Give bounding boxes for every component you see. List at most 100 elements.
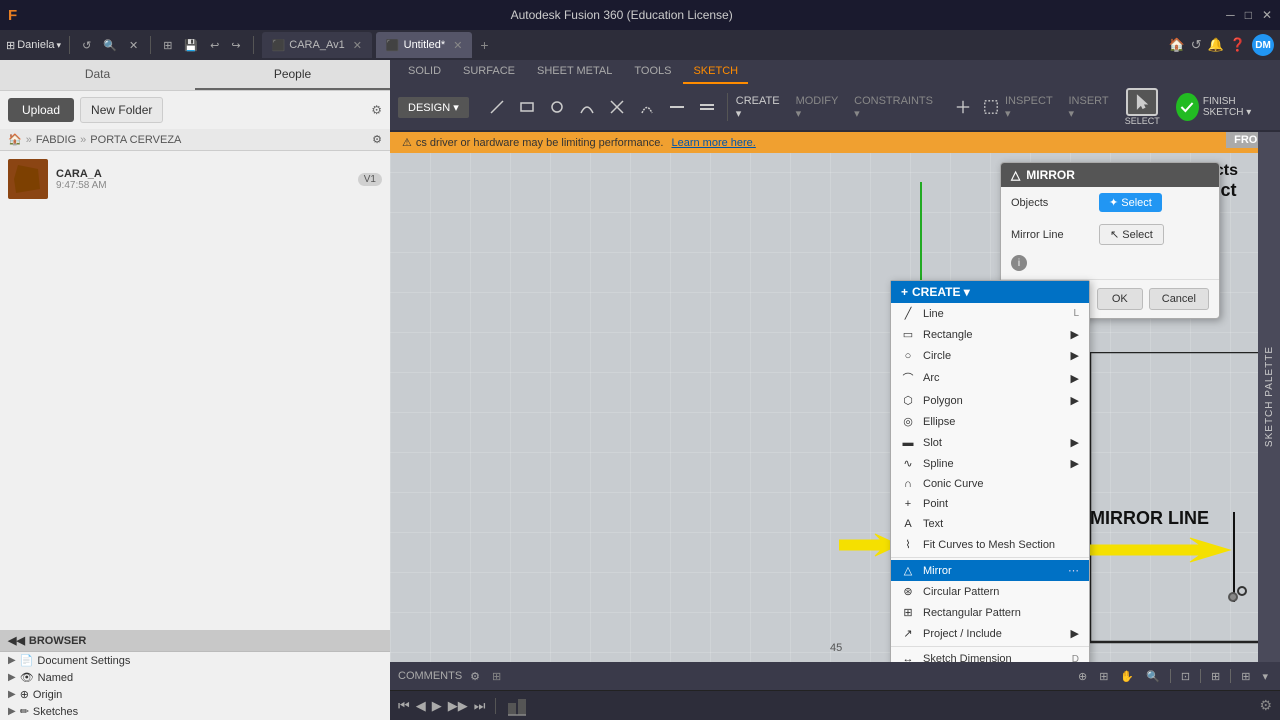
cancel-button[interactable]: Cancel [1149,288,1209,310]
comments-toggle-btn[interactable]: ⊞ [492,670,501,683]
line2-tool-btn[interactable] [663,95,691,119]
breadcrumb-porta[interactable]: PORTA CERVEZA [90,134,181,146]
create-label[interactable]: CREATE ▾ [736,95,780,120]
arc2-tool-btn[interactable] [633,95,661,119]
double-line-btn[interactable] [693,95,721,119]
tab-tools[interactable]: TOOLS [624,60,681,84]
tree-item-sketches[interactable]: ▶ ✏ Sketches [0,703,390,720]
menu-item-polygon[interactable]: ⬡ Polygon ▶ [891,390,1089,411]
menu-item-project[interactable]: ↗ Project / Include ▶ [891,623,1089,644]
pb-prev-btn[interactable]: ◀ [416,698,426,714]
breadcrumb-fabdig[interactable]: FABDIG [36,134,76,146]
menu-item-rectangle[interactable]: ▭ Rectangle ▶ [891,324,1089,345]
bb-icon7[interactable]: ⊞ [1237,668,1254,685]
tree-item-document[interactable]: ▶ 📄 Document Settings [0,652,390,669]
tab-untitled[interactable]: ⬛ Untitled* ✕ [376,32,473,58]
bb-icon3[interactable]: ✋ [1116,668,1138,685]
menu-item-point[interactable]: + Point [891,494,1089,514]
warning-link[interactable]: Learn more here. [671,137,755,149]
tab-untitled-close[interactable]: ✕ [453,39,462,52]
pb-last-btn[interactable]: ⏭ [474,698,486,714]
inspect-icon2[interactable] [977,95,1005,119]
tab-sketch[interactable]: SKETCH [683,60,748,84]
modify-label[interactable]: MODIFY ▾ [796,95,839,120]
select-tool-icon[interactable] [1126,88,1158,116]
sketch-palette-panel[interactable]: SKETCH PALETTE [1258,132,1280,662]
pb-first-btn[interactable]: ⏮ [398,698,410,714]
cut-tool-btn[interactable] [603,95,631,119]
search-btn[interactable]: 🔍 [99,37,121,54]
rect-tool-btn[interactable] [513,95,541,119]
mirror-line-select-btn[interactable]: ↖ Select [1099,224,1164,245]
grid-btn[interactable]: ⊞ [159,37,176,54]
inspect-label[interactable]: INSPECT ▾ [1005,95,1052,120]
help-icon[interactable]: ❓ [1230,37,1246,53]
menu-item-circle[interactable]: ○ Circle ▶ [891,345,1089,366]
tree-item-origin[interactable]: ▶ ⊕ Origin [0,686,390,703]
upload-button[interactable]: Upload [8,98,74,122]
bb-icon6[interactable]: ⊞ [1207,668,1224,685]
tab-data[interactable]: Data [0,60,195,90]
home-nav-icon[interactable]: 🏠 [1169,37,1185,53]
ok-button[interactable]: OK [1097,288,1143,310]
save-btn[interactable]: 💾 [180,37,202,54]
add-tab-btn[interactable]: + [476,37,492,53]
tree-item-named[interactable]: ▶ 👁 Named [0,669,390,686]
refresh-nav-icon[interactable]: ↺ [1191,37,1202,53]
finish-sketch-label[interactable]: FINISH SKETCH ▾ [1203,96,1272,118]
menu-item-text[interactable]: A Text [891,514,1089,534]
bb-caret[interactable]: ▾ [1258,668,1272,685]
tab-solid[interactable]: SOLID [398,60,451,84]
bb-icon4[interactable]: 🔍 [1142,668,1164,685]
menu-item-fitcurves[interactable]: ⌇ Fit Curves to Mesh Section [891,534,1089,555]
line-tool-btn[interactable] [483,95,511,119]
info-icon[interactable]: i [1011,255,1027,271]
undo-btn[interactable]: ↩ [206,37,223,54]
file-item-cara-a[interactable]: CARA_A 9:47:58 AM V1 [0,155,390,203]
menu-item-line[interactable]: ╱ Line L [891,303,1089,324]
comments-expand-btn[interactable]: ⚙ [466,668,484,685]
bb-icon5[interactable]: ⊡ [1177,668,1194,685]
pb-settings-btn[interactable]: ⚙ [1259,697,1272,714]
tab-cara-av1[interactable]: ⬛ CARA_Av1 ✕ [262,32,372,58]
close-panel-btn[interactable]: ✕ [125,37,142,54]
menu-item-mirror[interactable]: △ Mirror ⋯ [891,560,1089,581]
close-btn[interactable]: ✕ [1262,8,1272,22]
bell-icon[interactable]: 🔔 [1208,37,1224,53]
design-dropdown[interactable]: DESIGN ▾ [398,97,469,118]
pb-next-btn[interactable]: ▶▶ [448,698,468,714]
inspect-icon1[interactable] [949,95,977,119]
settings-icon[interactable]: ⚙ [371,103,382,117]
pb-play-btn[interactable]: ▶ [432,698,442,714]
menu-item-dimension[interactable]: ↔ Sketch Dimension D [891,649,1089,662]
home-icon[interactable]: 🏠 [8,133,22,146]
tab-surface[interactable]: SURFACE [453,60,525,84]
minimize-btn[interactable]: ─ [1226,8,1235,22]
new-folder-button[interactable]: New Folder [80,97,163,123]
timeline-icon[interactable] [506,695,528,717]
tab-cara-close[interactable]: ✕ [353,39,362,52]
user-avatar[interactable]: DM [1252,34,1274,56]
redo-btn[interactable]: ↪ [227,37,244,54]
arc-tool-btn[interactable] [573,95,601,119]
tab-sheet-metal[interactable]: SHEET METAL [527,60,622,84]
menu-item-slot[interactable]: ▬ Slot ▶ [891,432,1089,453]
user-menu[interactable]: ⊞ Daniela ▾ [6,39,61,52]
menu-item-conic[interactable]: ∩ Conic Curve [891,474,1089,494]
menu-item-rectangular[interactable]: ⊞ Rectangular Pattern [891,602,1089,623]
bb-icon1[interactable]: ⊕ [1074,668,1091,685]
mirror-more-icon[interactable]: ⋯ [1068,564,1079,577]
menu-item-circular[interactable]: ⊛ Circular Pattern [891,581,1089,602]
menu-item-spline[interactable]: ∿ Spline ▶ [891,453,1089,474]
refresh-btn[interactable]: ↺ [78,37,95,54]
restore-btn[interactable]: □ [1245,8,1252,22]
menu-item-arc[interactable]: ⌒ Arc ▶ [891,366,1089,390]
browser-collapse-icon[interactable]: ◀◀ [8,634,25,647]
menu-item-ellipse[interactable]: ◎ Ellipse [891,411,1089,432]
circle-tool-btn[interactable] [543,95,571,119]
tab-people[interactable]: People [195,60,390,90]
breadcrumb-settings-icon[interactable]: ⚙ [372,133,382,146]
objects-select-btn[interactable]: ✦ Select [1099,193,1162,212]
constraints-label[interactable]: CONSTRAINTS ▾ [854,95,933,120]
finish-sketch-icon[interactable] [1176,93,1199,121]
